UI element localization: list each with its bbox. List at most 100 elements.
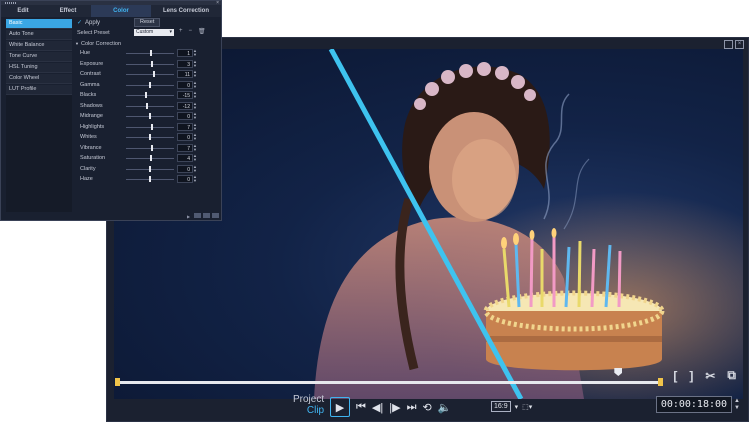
midrange-slider-handle[interactable] xyxy=(149,113,151,119)
saturation-stepper[interactable]: ▲ ▼ xyxy=(193,154,197,162)
color-correction-section[interactable]: ▼ Color Correction xyxy=(75,41,121,47)
contrast-stepper[interactable]: ▲ ▼ xyxy=(193,70,197,78)
reset-button[interactable]: Reset xyxy=(134,18,161,27)
tab-color[interactable]: Color xyxy=(91,5,151,17)
midrange-value-field[interactable]: 0 xyxy=(177,112,193,120)
tab-lens-correction[interactable]: Lens Correction xyxy=(151,5,221,17)
adjustment-sliders: Hue 1 ▲ ▼ Exposure 3 ▲ ▼ Contrast 11 ▲ ▼ Gamma 0 ▲ ▼ Bla… xyxy=(80,49,200,186)
project-mode-label[interactable]: Project xyxy=(293,394,324,405)
mark-out-icon[interactable]: ] xyxy=(689,369,693,383)
highlights-stepper[interactable]: ▲ ▼ xyxy=(193,122,197,131)
split-view-icon[interactable] xyxy=(203,213,210,218)
tab-edit[interactable]: Edit xyxy=(1,5,45,17)
panel-tabs: Edit Effect Color Lens Correction xyxy=(1,5,221,17)
timecode-field[interactable]: 00:00:18:00 xyxy=(655,396,733,413)
haze-slider-handle[interactable] xyxy=(149,176,151,182)
drag-grip-icon[interactable] xyxy=(5,2,17,4)
blacks-slider[interactable] xyxy=(126,95,174,96)
hue-slider-row: Hue 1 ▲ ▼ xyxy=(80,49,200,60)
vibrance-stepper[interactable]: ▲ ▼ xyxy=(193,143,197,152)
blacks-value-field[interactable]: -15 xyxy=(177,91,193,99)
saturation-slider-handle[interactable] xyxy=(150,155,152,161)
timeline-scrubber[interactable] xyxy=(115,368,663,386)
gamma-slider-handle[interactable] xyxy=(149,81,151,88)
hue-stepper[interactable]: ▲ ▼ xyxy=(193,49,197,57)
panel-close-icon[interactable] xyxy=(212,213,219,218)
saturation-value-field[interactable]: 4 xyxy=(177,154,193,162)
play-button[interactable]: ▶ xyxy=(330,397,350,417)
aspect-ratio-control[interactable]: 16:9 ▾ ⬚▾ xyxy=(491,401,532,412)
timeline-track[interactable] xyxy=(116,381,662,384)
highlights-slider-row: Highlights 7 ▲ ▼ xyxy=(80,122,200,134)
scroll-right-icon[interactable]: ▶ xyxy=(187,214,190,219)
crop-icon[interactable]: ⬚▾ xyxy=(522,403,532,411)
sidebar-item-tone-curve[interactable]: Tone Curve xyxy=(6,52,72,62)
gamma-stepper[interactable]: ▲ ▼ xyxy=(193,80,197,89)
mark-out-handle[interactable] xyxy=(658,378,663,386)
compare-icon[interactable] xyxy=(194,213,201,218)
project-clip-toggle[interactable]: Project Clip xyxy=(293,394,324,416)
close-icon[interactable]: × xyxy=(735,40,744,49)
delete-preset-icon[interactable]: 🗑 xyxy=(198,28,206,35)
sidebar-item-auto-tone[interactable]: Auto Tone xyxy=(6,30,72,40)
midrange-stepper[interactable]: ▲ ▼ xyxy=(193,112,197,120)
hue-value-field[interactable]: 1 xyxy=(177,49,193,57)
apply-checkbox[interactable]: ✓ Apply xyxy=(77,19,100,26)
shadows-stepper[interactable]: ▲ ▼ xyxy=(193,101,197,110)
aspect-ratio-button[interactable]: 16:9 xyxy=(491,401,511,412)
shadows-slider-handle[interactable] xyxy=(146,102,148,109)
gamma-value-field[interactable]: 0 xyxy=(177,80,193,89)
vibrance-slider[interactable] xyxy=(126,147,174,149)
mark-in-handle[interactable] xyxy=(115,378,120,386)
contrast-slider-handle[interactable] xyxy=(153,71,155,77)
contrast-slider[interactable] xyxy=(126,74,174,75)
shadows-value-field[interactable]: -12 xyxy=(177,101,193,110)
sidebar-item-hsl-tuning[interactable]: HSL Tuning xyxy=(6,63,72,73)
timecode-control[interactable]: 00:00:18:00 ▲ ▼ xyxy=(655,396,740,413)
exposure-stepper[interactable]: ▲ ▼ xyxy=(193,59,197,68)
prev-frame-icon[interactable]: ◀| xyxy=(372,401,383,414)
volume-icon[interactable]: 🔈 xyxy=(438,401,452,414)
sidebar-background xyxy=(6,94,72,212)
clarity-slider-handle[interactable] xyxy=(149,165,151,172)
highlights-slider[interactable] xyxy=(126,126,174,128)
chevron-down-icon[interactable]: ▾ xyxy=(515,403,519,411)
sidebar-item-basic[interactable]: Basic xyxy=(6,19,72,29)
vibrance-slider-handle[interactable] xyxy=(151,144,153,151)
blacks-slider-handle[interactable] xyxy=(145,92,147,98)
haze-value-field[interactable]: 0 xyxy=(177,175,193,183)
mark-in-icon[interactable]: [ xyxy=(673,369,677,383)
timecode-stepper[interactable]: ▲ ▼ xyxy=(734,398,740,412)
exposure-slider[interactable] xyxy=(126,63,174,65)
whites-slider-handle[interactable] xyxy=(149,134,151,140)
skip-end-icon[interactable]: ⏭ xyxy=(407,401,417,414)
repeat-icon[interactable]: ⟲ xyxy=(422,401,431,414)
preset-dropdown[interactable]: Custom ▾ xyxy=(134,29,174,36)
restore-icon[interactable] xyxy=(724,40,733,49)
skip-start-icon[interactable]: ⏮ xyxy=(356,401,366,414)
vibrance-value-field[interactable]: 7 xyxy=(177,143,193,152)
highlights-value-field[interactable]: 7 xyxy=(177,122,193,131)
clarity-stepper[interactable]: ▲ ▼ xyxy=(193,164,197,173)
next-frame-icon[interactable]: |▶ xyxy=(389,401,400,414)
blacks-stepper[interactable]: ▲ ▼ xyxy=(193,91,197,99)
sidebar-item-white-balance[interactable]: White Balance xyxy=(6,41,72,51)
tab-effect[interactable]: Effect xyxy=(45,5,91,17)
remove-preset-icon[interactable]: − xyxy=(189,28,193,35)
shadows-slider[interactable] xyxy=(126,105,174,107)
whites-stepper[interactable]: ▲ ▼ xyxy=(193,133,197,141)
hue-slider-handle[interactable] xyxy=(150,50,152,56)
haze-stepper[interactable]: ▲ ▼ xyxy=(193,175,197,183)
clarity-value-field[interactable]: 0 xyxy=(177,164,193,173)
sidebar-item-lut-profile[interactable]: LUT Profile xyxy=(6,85,72,95)
clip-mode-label[interactable]: Clip xyxy=(293,405,324,416)
exposure-slider-handle[interactable] xyxy=(151,60,153,67)
split-icon[interactable]: ✂ xyxy=(705,369,715,383)
add-preset-icon[interactable]: + xyxy=(179,28,183,35)
exposure-value-field[interactable]: 3 xyxy=(177,59,193,68)
whites-value-field[interactable]: 0 xyxy=(177,133,193,141)
contrast-value-field[interactable]: 11 xyxy=(177,70,193,78)
snapshot-icon[interactable]: ⧉ xyxy=(727,368,736,383)
highlights-slider-handle[interactable] xyxy=(151,123,153,130)
sidebar-item-color-wheel[interactable]: Color Wheel xyxy=(6,74,72,84)
